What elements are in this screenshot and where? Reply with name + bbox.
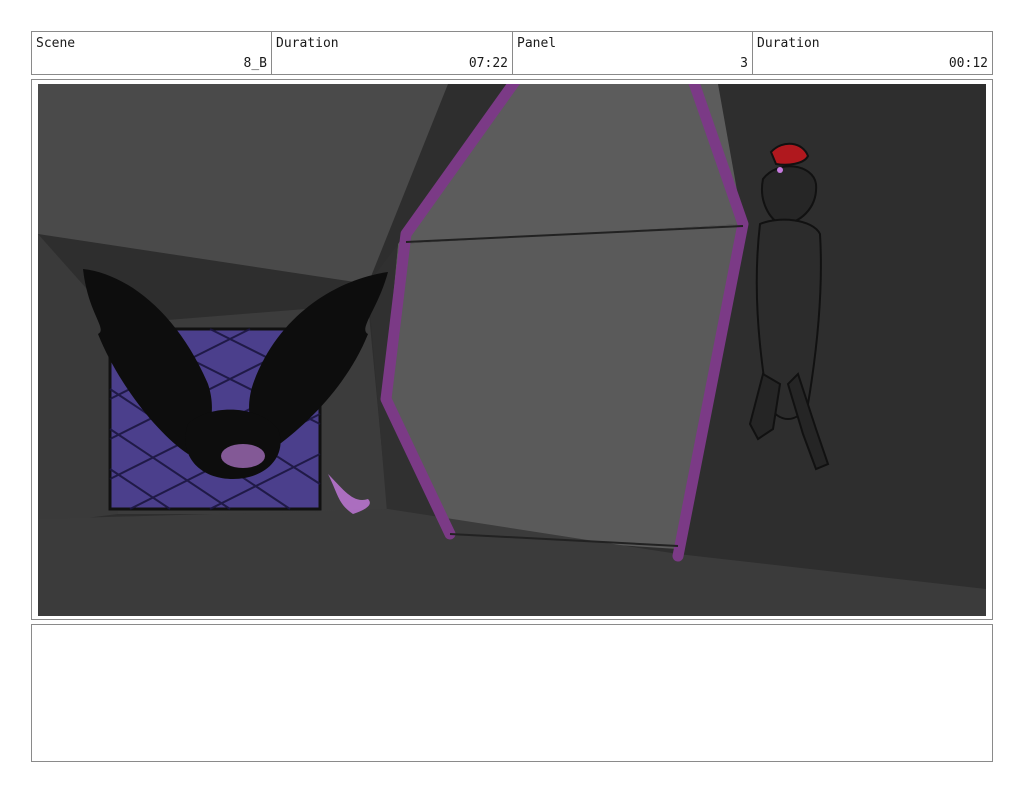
storyboard-panel-frame bbox=[31, 79, 993, 620]
scene-duration-value[interactable]: 07:22 bbox=[469, 56, 508, 71]
scene-label: Scene bbox=[36, 36, 76, 51]
panel-notes-area[interactable] bbox=[31, 624, 993, 762]
panel-duration-value[interactable]: 00:12 bbox=[949, 56, 988, 71]
scene-value[interactable]: 8_B bbox=[244, 56, 267, 71]
panel-sketch bbox=[38, 84, 986, 616]
panel-number-value[interactable]: 3 bbox=[740, 56, 748, 71]
panel-duration-cell: Duration 00:12 bbox=[753, 32, 992, 74]
panel-number-cell: Panel 3 bbox=[513, 32, 753, 74]
panel-header: Scene 8_B Duration 07:22 Panel 3 Duratio… bbox=[31, 31, 993, 75]
scene-duration-label: Duration bbox=[276, 36, 339, 51]
scene-duration-cell: Duration 07:22 bbox=[272, 32, 513, 74]
storyboard-panel-image[interactable] bbox=[38, 84, 986, 616]
panel-number-label: Panel bbox=[517, 36, 557, 51]
scene-cell: Scene 8_B bbox=[32, 32, 272, 74]
panel-duration-label: Duration bbox=[757, 36, 820, 51]
